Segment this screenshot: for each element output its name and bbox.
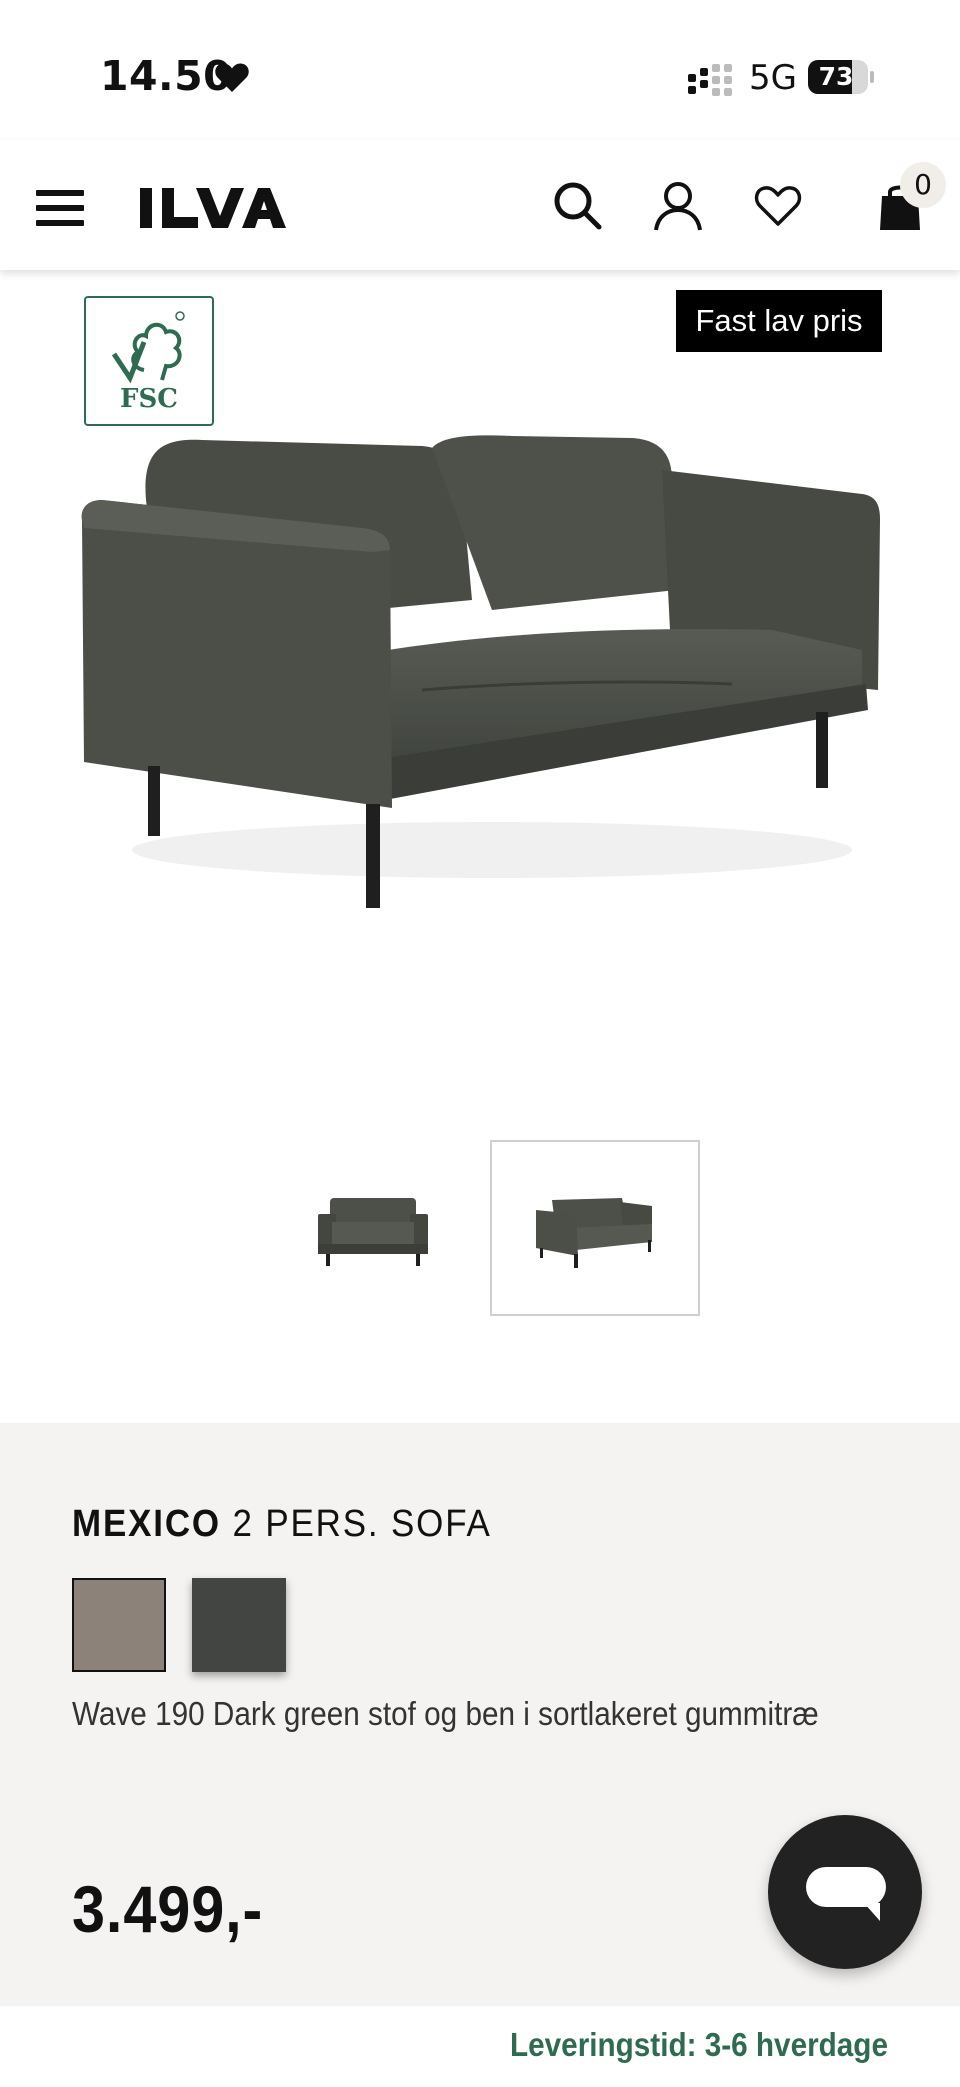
chat-icon bbox=[806, 1867, 886, 1921]
menu-icon[interactable] bbox=[36, 188, 84, 228]
product-description: Wave 190 Dark green stof og ben i sortla… bbox=[72, 1695, 819, 1732]
delivery-time: Leveringstid: 3-6 hverdage bbox=[510, 2026, 888, 2063]
chat-button[interactable] bbox=[768, 1815, 922, 1969]
delivery-strip: Leveringstid: 3-6 hverdage bbox=[0, 2006, 960, 2087]
battery-tip bbox=[870, 71, 874, 83]
product-price: 3.499,- bbox=[72, 1872, 264, 1946]
cart-count-badge[interactable]: 0 bbox=[900, 162, 946, 208]
battery-body: 73 bbox=[808, 60, 868, 94]
thumbnail-image bbox=[536, 1198, 652, 1268]
network-label: 5G bbox=[749, 58, 797, 98]
site-header: 0 bbox=[0, 140, 960, 270]
product-brand: MEXICO bbox=[72, 1503, 221, 1545]
user-icon[interactable] bbox=[652, 180, 704, 232]
heart-outline-icon[interactable] bbox=[752, 180, 804, 232]
status-time: 14.50 bbox=[100, 52, 233, 100]
product-image-gallery[interactable]: FSC Fast lav pris bbox=[0, 270, 960, 1070]
battery-percent: 73 bbox=[818, 62, 854, 91]
product-name: 2 PERS. SOFA bbox=[232, 1503, 492, 1545]
battery-indicator: 73 bbox=[808, 60, 874, 94]
color-swatch-taupe[interactable] bbox=[72, 1578, 166, 1672]
price-badge: Fast lav pris bbox=[676, 290, 882, 352]
color-swatch-dark-green[interactable] bbox=[192, 1578, 286, 1672]
heart-icon bbox=[215, 63, 249, 92]
product-title: MEXICO 2 PERS. SOFA bbox=[72, 1503, 492, 1546]
search-icon[interactable] bbox=[552, 180, 604, 232]
status-bar: 14.50 5G 73 bbox=[0, 0, 960, 140]
product-info-panel: MEXICO 2 PERS. SOFA Wave 190 Dark green … bbox=[0, 1423, 960, 2087]
thumbnail-front-view[interactable] bbox=[268, 1140, 478, 1316]
thumbnail-image bbox=[318, 1198, 428, 1266]
signal-icon bbox=[688, 64, 732, 96]
product-image bbox=[81, 435, 880, 908]
fsc-tree-icon bbox=[111, 311, 185, 384]
thumbnail-angle-view[interactable] bbox=[490, 1140, 700, 1316]
ilva-logo[interactable] bbox=[140, 186, 286, 230]
